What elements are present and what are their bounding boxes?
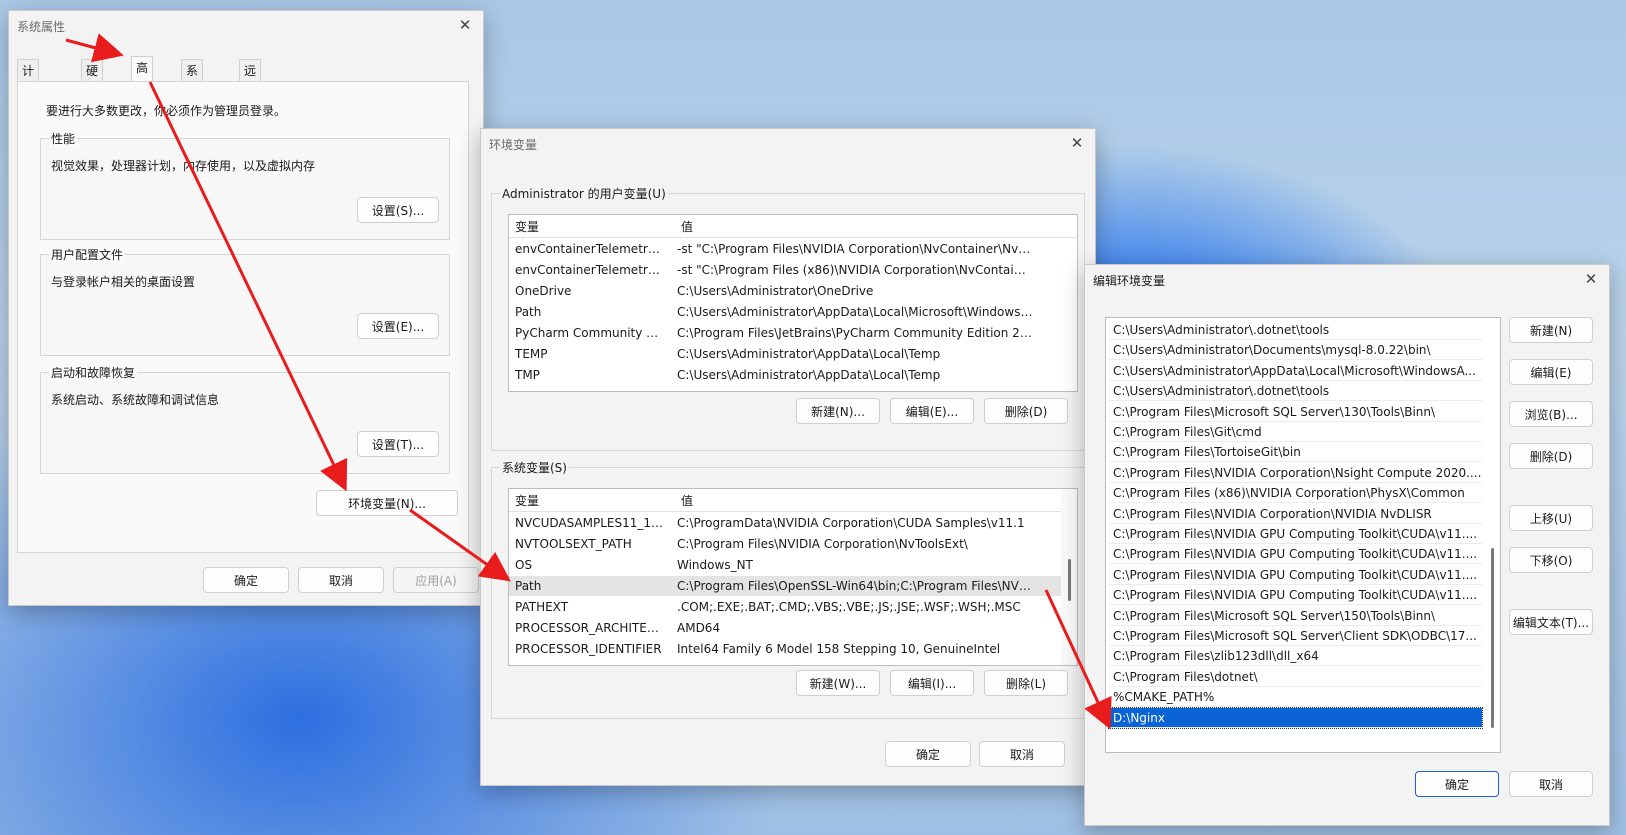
annotation-arrows	[65, 33, 1112, 730]
arrow-to-advanced-tab	[65, 33, 124, 63]
arrow-to-path-row	[409, 508, 511, 582]
arrow-to-new-entry	[1044, 589, 1112, 730]
arrow-to-env-button	[148, 81, 348, 492]
